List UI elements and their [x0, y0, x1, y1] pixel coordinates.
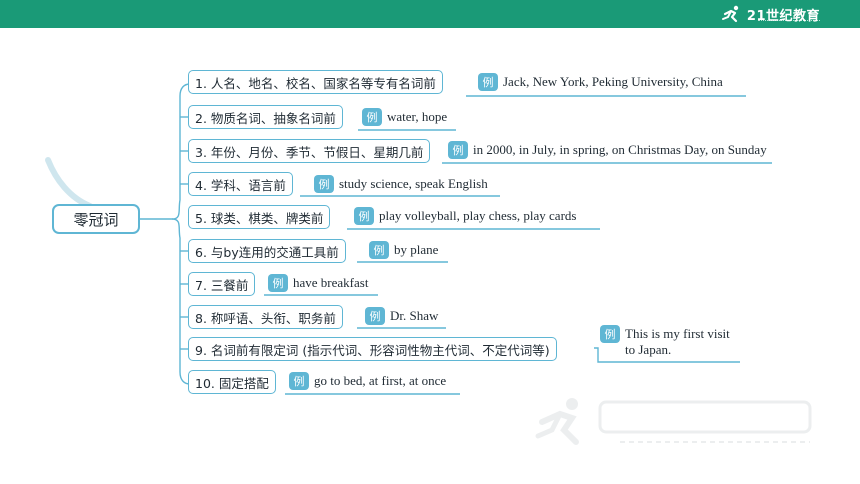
example-text: study science, speak English — [339, 176, 488, 191]
example-text: This is my first visit to Japan. — [625, 325, 730, 358]
branch-label: 7. 三餐前 — [195, 277, 249, 293]
example-9: 例 This is my first visit to Japan. — [600, 325, 730, 358]
example-7: 例 have breakfast — [268, 274, 368, 292]
branch-node-9: 9. 名词前有限定词 (指示代词、形容词性物主代词、不定代词等) — [188, 337, 557, 361]
branch-node-1: 1. 人名、地名、校名、国家名等专有名词前 — [188, 70, 443, 94]
example-10: 例 go to bed, at first, at once — [289, 372, 446, 390]
example-tag: 例 — [365, 307, 385, 325]
branch-label: 10. 固定搭配 — [195, 375, 269, 391]
example-tag: 例 — [354, 207, 374, 225]
example-text: water, hope — [387, 109, 448, 124]
example-text-line1: This is my first visit — [625, 326, 730, 341]
branch-node-4: 4. 学科、语言前 — [188, 172, 293, 196]
branch-label: 1. 人名、地名、校名、国家名等专有名词前 — [195, 75, 436, 91]
example-text: Jack, New York, Peking University, China — [503, 74, 723, 89]
branch-node-8: 8. 称呼语、头衔、职务前 — [188, 305, 343, 329]
example-text: play volleyball, play chess, play cards — [379, 208, 577, 223]
example-2: 例 water, hope — [362, 108, 447, 126]
example-6: 例 by plane — [369, 241, 438, 259]
example-text: by plane — [394, 242, 439, 257]
example-tag: 例 — [369, 241, 389, 259]
branch-node-2: 2. 物质名词、抽象名词前 — [188, 105, 343, 129]
watermark-logo — [535, 398, 812, 445]
example-tag: 例 — [600, 325, 620, 343]
example-text-line2: to Japan. — [625, 342, 672, 357]
branch-label: 8. 称呼语、头衔、职务前 — [195, 310, 336, 326]
root-node: 零冠词 — [52, 204, 140, 234]
example-text: have breakfast — [293, 275, 369, 290]
example-tag: 例 — [268, 274, 288, 292]
example-tag: 例 — [478, 73, 498, 91]
example-tag: 例 — [289, 372, 309, 390]
example-3: 例 in 2000, in July, in spring, on Christ… — [448, 141, 767, 159]
branch-label: 9. 名词前有限定词 (指示代词、形容词性物主代词、不定代词等) — [195, 342, 550, 358]
branch-label: 3. 年份、月份、季节、节假日、星期几前 — [195, 144, 424, 160]
example-8: 例 Dr. Shaw — [365, 307, 438, 325]
branch-label: 2. 物质名词、抽象名词前 — [195, 110, 336, 126]
branch-node-10: 10. 固定搭配 — [188, 370, 276, 394]
example-tag: 例 — [314, 175, 334, 193]
branch-label: 5. 球类、棋类、牌类前 — [195, 210, 324, 226]
branch-node-6: 6. 与by连用的交通工具前 — [188, 239, 346, 263]
branch-node-7: 7. 三餐前 — [188, 272, 256, 296]
branch-node-3: 3. 年份、月份、季节、节假日、星期几前 — [188, 139, 431, 163]
example-5: 例 play volleyball, play chess, play card… — [354, 207, 576, 225]
example-tag: 例 — [448, 141, 468, 159]
example-text: in 2000, in July, in spring, on Christma… — [473, 142, 767, 157]
example-text: Dr. Shaw — [390, 308, 439, 323]
example-text: go to bed, at first, at once — [314, 373, 447, 388]
branch-label: 4. 学科、语言前 — [195, 177, 286, 193]
example-1: 例 Jack, New York, Peking University, Chi… — [478, 73, 723, 91]
branch-node-5: 5. 球类、棋类、牌类前 — [188, 205, 331, 229]
example-tag: 例 — [362, 108, 382, 126]
branch-label: 6. 与by连用的交通工具前 — [195, 244, 339, 260]
example-4: 例 study science, speak English — [314, 175, 488, 193]
